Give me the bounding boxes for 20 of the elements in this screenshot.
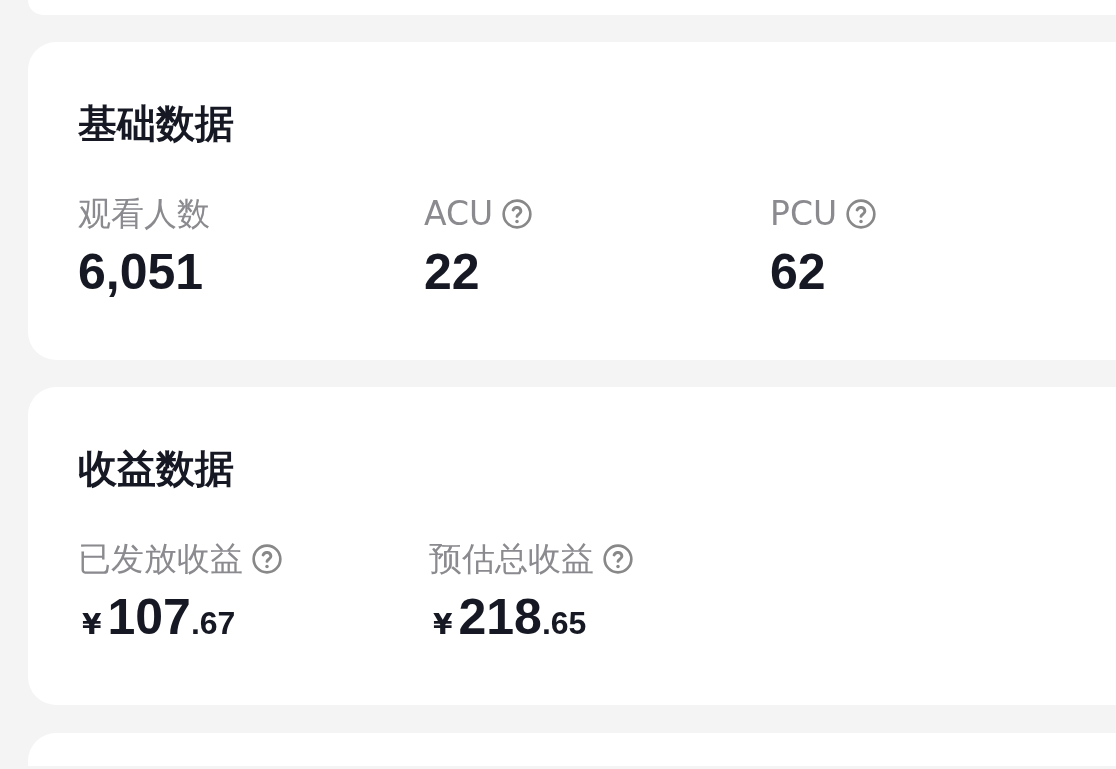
metric-value: 22 xyxy=(424,246,480,298)
metric-label: 观看人数 xyxy=(78,194,210,234)
help-icon[interactable] xyxy=(602,543,634,575)
metric-decimal: .65 xyxy=(541,605,587,642)
help-icon[interactable] xyxy=(845,198,878,230)
metric-label: 已发放收益 xyxy=(78,539,243,579)
currency-symbol: ¥ xyxy=(82,608,102,641)
metric-value: 218 xyxy=(458,591,542,643)
currency-symbol: ¥ xyxy=(433,608,453,641)
section-title: 基础数据 xyxy=(78,102,235,146)
help-icon[interactable] xyxy=(501,198,534,230)
metric-value: 62 xyxy=(770,246,826,298)
metric-value: 107 xyxy=(107,591,191,643)
section-title: 收益数据 xyxy=(78,447,235,491)
help-icon[interactable] xyxy=(251,543,283,575)
metric-label: ACU xyxy=(424,194,494,234)
metric-decimal: .67 xyxy=(190,605,236,642)
metric-value: 6,051 xyxy=(78,246,204,298)
metric-label: PCU xyxy=(770,194,838,234)
metric-label: 预估总收益 xyxy=(429,539,594,579)
